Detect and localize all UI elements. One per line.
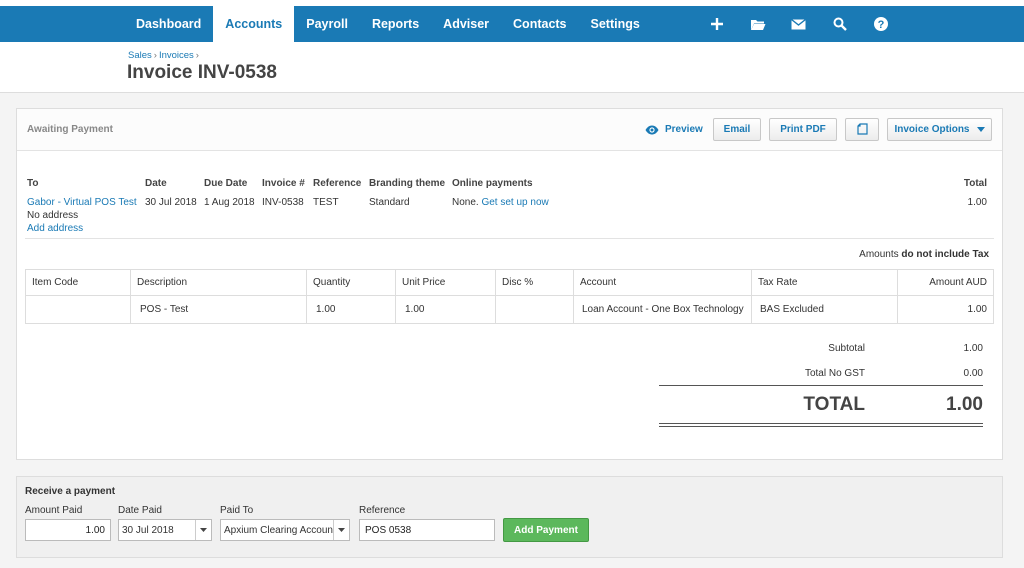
breadcrumb: Sales › Invoices › [128, 50, 199, 61]
col-quantity: Quantity [306, 269, 396, 296]
invoice-toolbar: Awaiting Payment Preview Email Print PDF… [17, 109, 1002, 151]
chevron-down-icon [976, 127, 985, 132]
online-payments-value: None. Get set up now [452, 197, 549, 208]
date-paid-label: Date Paid [118, 505, 162, 516]
nav-tab-adviser[interactable]: Adviser [431, 6, 501, 42]
preview-label: Preview [665, 124, 703, 135]
amount-paid-input[interactable]: 1.00 [25, 519, 111, 541]
grand-total-label: TOTAL [803, 394, 865, 415]
total-label: Total [963, 178, 987, 189]
cell-quantity[interactable]: 1.00 [306, 295, 396, 324]
online-payments-label: Online payments [452, 178, 533, 189]
nav-tab-contacts[interactable]: Contacts [501, 6, 578, 42]
branding-theme: Standard [369, 197, 410, 208]
payment-reference-label: Reference [359, 505, 406, 516]
help-icon[interactable]: ? [860, 6, 901, 42]
invoice-number-label: Invoice # [262, 178, 305, 189]
to-label: To [27, 178, 39, 189]
page-header: Sales › Invoices › Invoice INV-0538 [0, 42, 1024, 93]
print-pdf-button[interactable]: Print PDF [769, 118, 837, 141]
branding-theme-label: Branding theme [369, 178, 446, 189]
invoice-due-date: 1 Aug 2018 [204, 197, 255, 208]
nav-tab-reports[interactable]: Reports [360, 6, 431, 42]
total-no-gst-label: Total No GST [804, 368, 865, 379]
totals-rule [659, 385, 983, 386]
receive-payment-panel: Receive a payment Amount Paid 1.00 Date … [16, 476, 1003, 558]
col-tax-rate: Tax Rate [751, 269, 898, 296]
copy-icon [856, 123, 868, 135]
col-amount: Amount AUD [897, 269, 994, 296]
nav-tab-payroll[interactable]: Payroll [294, 6, 360, 42]
cell-account[interactable]: Loan Account - One Box Technology [573, 295, 752, 324]
cell-disc[interactable] [495, 295, 574, 324]
nav-tab-settings[interactable]: Settings [579, 6, 652, 42]
receive-payment-heading: Receive a payment [25, 486, 116, 497]
email-button[interactable]: Email [713, 118, 761, 141]
contact-link[interactable]: Gabor - Virtual POS Test [27, 197, 137, 208]
breadcrumb-sales[interactable]: Sales [128, 50, 152, 61]
date-label: Date [145, 178, 167, 189]
paid-to-dropdown-button[interactable] [333, 520, 349, 540]
invoice-date: 30 Jul 2018 [145, 197, 197, 208]
col-item-code: Item Code [25, 269, 131, 296]
chevron-down-icon [200, 528, 207, 532]
top-nav: Dashboard Accounts Payroll Reports Advis… [0, 0, 1024, 42]
invoice-total: 1.00 [967, 197, 987, 208]
subtotal-label: Subtotal [828, 343, 865, 354]
folder-icon[interactable] [737, 6, 778, 42]
divider [25, 238, 994, 239]
invoice-reference: TEST [313, 197, 339, 208]
due-date-label: Due Date [204, 178, 248, 189]
date-dropdown-button[interactable] [195, 520, 211, 540]
invoice-options-button[interactable]: Invoice Options [887, 118, 992, 141]
amounts-tax-note: Amounts do not include Tax [859, 249, 989, 260]
chevron-down-icon [338, 528, 345, 532]
grand-total-value: 1.00 [946, 394, 983, 415]
reference-label: Reference [313, 178, 362, 189]
col-unit-price: Unit Price [395, 269, 496, 296]
plus-icon[interactable] [696, 6, 737, 42]
col-disc: Disc % [495, 269, 574, 296]
nav-tab-accounts[interactable]: Accounts [213, 6, 295, 42]
breadcrumb-invoices[interactable]: Invoices [159, 50, 194, 61]
mail-icon[interactable] [778, 6, 819, 42]
invoice-options-label: Invoice Options [894, 124, 970, 135]
status-label: Awaiting Payment [27, 124, 113, 135]
cell-item-code[interactable] [25, 295, 131, 324]
date-paid-picker[interactable]: 30 Jul 2018 [118, 519, 212, 541]
page-title: Invoice INV-0538 [127, 62, 277, 83]
invoice-number: INV-0538 [262, 197, 304, 208]
line-items-table: Item Code Description Quantity Unit Pric… [25, 269, 994, 324]
paid-to-value: Apxium Clearing Account [224, 524, 333, 536]
add-address-link[interactable]: Add address [27, 223, 83, 234]
table-header-row: Item Code Description Quantity Unit Pric… [25, 269, 994, 296]
contact-address: No address [27, 210, 79, 221]
eye-icon [645, 125, 659, 134]
amount-paid-label: Amount Paid [25, 505, 83, 516]
col-account: Account [573, 269, 752, 296]
cell-unit-price[interactable]: 1.00 [395, 295, 496, 324]
subtotal-value: 1.00 [963, 343, 983, 354]
copy-button[interactable] [845, 118, 879, 141]
svg-text:?: ? [877, 19, 884, 31]
payment-reference-input[interactable]: POS 0538 [359, 519, 495, 541]
add-payment-button[interactable]: Add Payment [503, 518, 589, 542]
totals-double-rule-bottom [659, 426, 983, 427]
total-no-gst-value: 0.00 [963, 368, 983, 379]
paid-to-label: Paid To [220, 505, 254, 516]
col-description: Description [130, 269, 307, 296]
totals-double-rule-top [659, 423, 983, 424]
table-row[interactable]: POS - Test 1.00 1.00 Loan Account - One … [25, 295, 994, 324]
nav-tab-dashboard[interactable]: Dashboard [124, 6, 213, 42]
date-paid-value: 30 Jul 2018 [122, 524, 174, 536]
cell-amount[interactable]: 1.00 [897, 295, 994, 324]
cell-tax-rate[interactable]: BAS Excluded [751, 295, 898, 324]
get-set-up-link[interactable]: Get set up now [481, 197, 548, 208]
paid-to-select[interactable]: Apxium Clearing Account [220, 519, 350, 541]
online-payments-status: None. [452, 197, 479, 208]
invoice-card: Awaiting Payment Preview Email Print PDF… [16, 108, 1003, 460]
preview-link[interactable]: Preview [645, 124, 703, 135]
cell-description[interactable]: POS - Test [130, 295, 307, 324]
search-icon[interactable] [819, 6, 860, 42]
